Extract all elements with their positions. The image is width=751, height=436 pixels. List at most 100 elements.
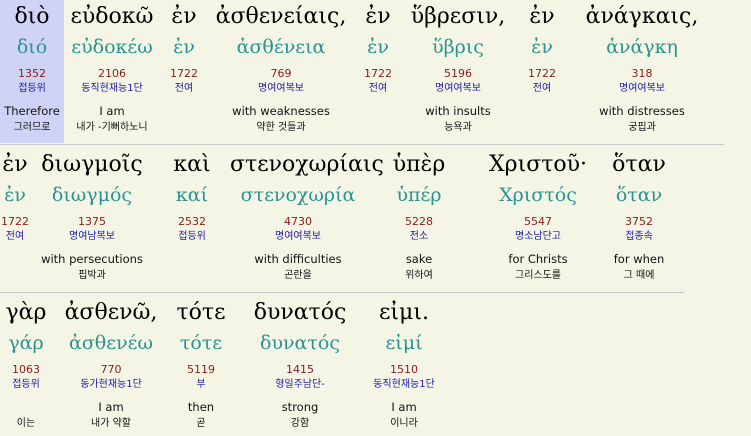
lemma-link[interactable]: στενοχωρία [230,182,366,208]
word-column[interactable]: διὸ διό 1352 접등위 Therefore 그러므로 [0,0,64,143]
lemma-link[interactable]: Χριστός [472,182,604,208]
word-column[interactable]: ἐν ἐν 1722 전여 [514,0,570,143]
greek-word: ὑπὲρ [392,152,446,177]
strong-number-link[interactable]: 1375 [30,215,154,229]
word-column[interactable]: ἐν ἐν 1722 전여 [160,0,208,143]
word-column[interactable]: ἐν ἐν 1722 전여 [354,0,402,143]
strong-number-link[interactable]: 5196 [402,67,514,81]
strong-number-link[interactable]: 3752 [604,215,674,229]
parsing-code: 동가현재능1단 [80,379,142,390]
strong-number-link[interactable]: 1722 [354,67,402,81]
parsing-code: 명소남단고 [515,231,561,242]
parsing-code: 접종속 [625,231,653,242]
english-gloss: Therefore [4,104,60,118]
greek-word: ἐν [2,152,28,177]
lemma-link[interactable]: διωγμός [30,182,154,208]
word-column[interactable]: ἀνάγκαις, ἀνάγκη 318 명여여복보 with distresses 궁핍… [570,0,714,143]
word-column[interactable]: ἐν ἐν 1722 전여 [0,148,30,291]
english-gloss: with persecutions [41,252,143,266]
lemma-link[interactable]: δυνατός [232,330,368,356]
word-column[interactable]: διωγμοῖς διωγμός 1375 명여남복보 with persecution… [30,148,154,291]
greek-word: εὐδοκῶ [70,4,154,29]
lemma-link[interactable]: ὕβρις [402,34,514,60]
word-column[interactable]: ὅταν ὅταν 3752 접종속 for when 그 때에 [604,148,674,291]
parsing-code: 전여 [174,83,194,94]
word-column[interactable]: Χριστοῦ· Χριστός 5547 명소남단고 for Christs 그리스도를 [472,148,604,291]
english-gloss: for when [613,252,665,266]
lemma-link[interactable]: ὑπέρ [366,182,472,208]
greek-word: ἐν [171,4,197,29]
greek-word: δυνατός [253,300,347,325]
word-column[interactable]: ἀσθενῶ, ἀσθενέω 770 동가현재능1단 I am 내가 약할 [52,296,170,436]
strong-number-link[interactable]: 4730 [230,215,366,229]
strong-number-link[interactable]: 2532 [154,215,230,229]
parsing-code: 동직현재능1단 [373,379,435,390]
word-column[interactable]: ὕβρεσιν, ὕβρις 5196 명여여복보 with insults 능욕과 [402,0,514,143]
line-divider [0,144,724,145]
word-column[interactable]: τότε τότε 5119 부 then 곧 [170,296,232,436]
greek-word: ὕβρεσιν, [410,4,506,29]
english-gloss: sake [405,252,433,266]
korean-gloss: 이는 [16,418,36,429]
strong-number-link[interactable]: 2106 [64,67,160,81]
lemma-link[interactable]: εὐδοκέω [64,34,160,60]
word-column[interactable]: ὑπὲρ ὑπέρ 5228 전소 sake 위하여 [366,148,472,291]
strong-number-link[interactable]: 5228 [366,215,472,229]
korean-gloss: 위하여 [405,270,433,281]
parsing-code: 명여여복보 [275,231,321,242]
strong-number-link[interactable]: 1352 [0,67,64,81]
lemma-link[interactable]: διό [0,34,64,60]
strong-number-link[interactable]: 318 [570,67,714,81]
korean-gloss: 곤란을 [284,270,312,281]
korean-gloss: 그리스도를 [515,270,561,281]
korean-gloss: 내가 -기뻐하노니 [76,122,148,133]
word-column[interactable]: δυνατός δυνατός 1415 형일주남단-strong 강함 [232,296,368,436]
lemma-link[interactable]: ἀσθένεια [208,34,354,60]
greek-word: Χριστοῦ· [488,152,588,177]
strong-number-link[interactable]: 1510 [368,363,440,377]
word-column[interactable]: γὰρ γάρ 1063 접등위 이는 [0,296,52,436]
parsing-code: 전여 [5,231,25,242]
lemma-link[interactable]: ἐν [0,182,30,208]
korean-gloss: 핍박과 [78,270,106,281]
word-column[interactable]: εὐδοκῶ εὐδοκέω 2106 동직현재능1단 I am 내가 -기뻐하노니 [64,0,160,143]
lemma-link[interactable]: ἀνάγκη [570,34,714,60]
english-gloss: strong [281,400,319,414]
english-gloss: with difficulties [254,252,342,266]
english-gloss: with insults [425,104,491,118]
strong-number-link[interactable]: 770 [52,363,170,377]
word-column[interactable]: ἀσθενείαις, ἀσθένεια 769 명여여복보 with weakness… [208,0,354,143]
lemma-link[interactable]: εἰμί [368,330,440,356]
lemma-link[interactable]: ὅταν [604,182,674,208]
strong-number-link[interactable]: 5547 [472,215,604,229]
strong-number-link[interactable]: 1722 [160,67,208,81]
verse-line: διὸ διό 1352 접등위 Therefore 그러므로 εὐδοκῶ εὐδοκέω 2… [0,0,751,143]
strong-number-link[interactable]: 769 [208,67,354,81]
lemma-link[interactable]: γάρ [0,330,52,356]
parsing-code: 동직현재능1단 [81,83,143,94]
parsing-code: 명여여복보 [258,83,304,94]
word-column[interactable]: εἰμι. εἰμί 1510 동직현재능1단 I am 이니라 [368,296,440,436]
lemma-link[interactable]: καί [154,182,230,208]
parsing-code: 전여 [532,83,552,94]
lemma-link[interactable]: ἐν [354,34,402,60]
strong-number-link[interactable]: 1415 [232,363,368,377]
english-gloss: I am [391,400,417,414]
strong-number-link[interactable]: 1063 [0,363,52,377]
parsing-code: 접등위 [178,231,206,242]
strong-number-link[interactable]: 5119 [170,363,232,377]
strong-number-link[interactable]: 1722 [514,67,570,81]
english-gloss: I am [99,104,125,118]
english-gloss: with distresses [599,104,685,118]
lemma-link[interactable]: ἐν [514,34,570,60]
greek-word: διωγμοῖς [41,152,143,177]
english-gloss: then [187,400,215,414]
lemma-link[interactable]: ἐν [160,34,208,60]
lemma-link[interactable]: ἀσθενέω [52,330,170,356]
word-column[interactable]: καὶ καί 2532 접등위 [154,148,230,291]
lemma-link[interactable]: τότε [170,330,232,356]
parsing-code: 명여남복보 [69,231,115,242]
korean-gloss: 능욕과 [444,122,472,133]
word-column[interactable]: στενοχωρίαις στενοχωρία 4730 명여여복보 with diff… [230,148,384,291]
strong-number-link[interactable]: 1722 [0,215,30,229]
